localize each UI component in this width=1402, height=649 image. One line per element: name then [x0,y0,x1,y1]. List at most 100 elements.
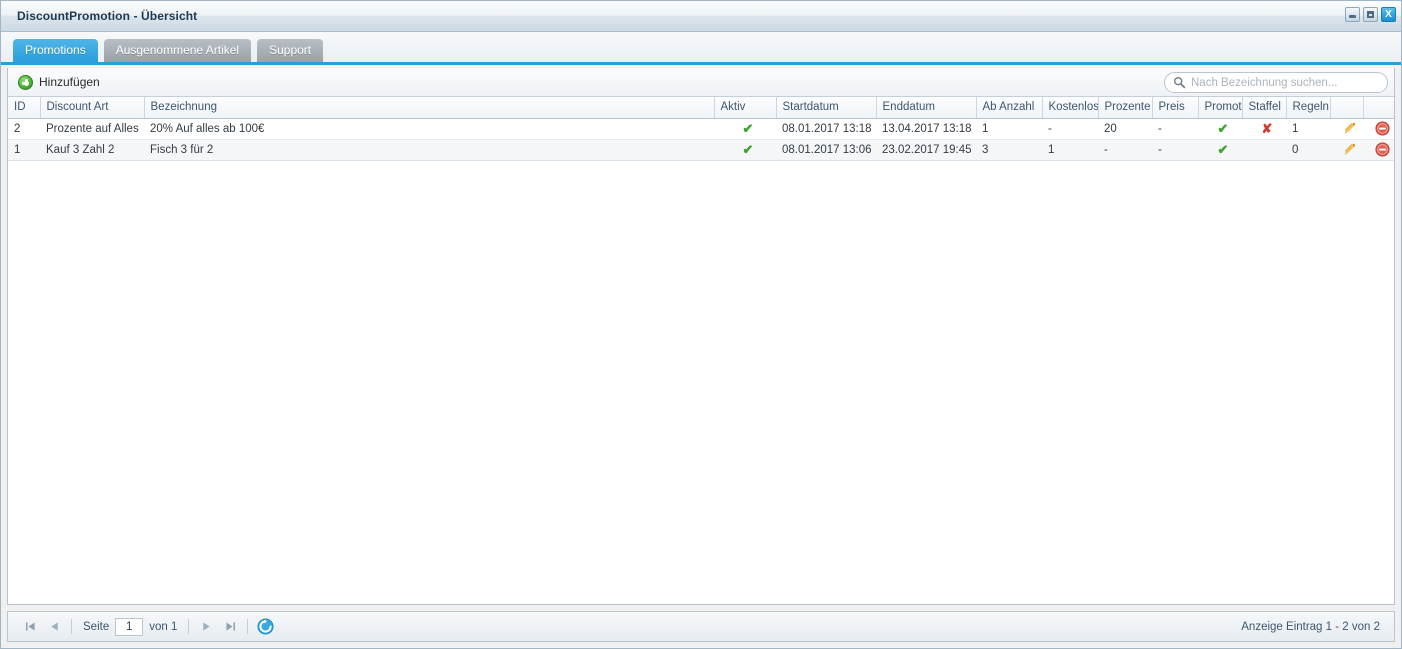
minimize-button[interactable] [1345,7,1360,22]
grid-toolbar: Hinzufügen [8,68,1394,97]
cell-enddatum: 13.04.2017 13:18 [876,118,976,140]
cell-preis: - [1152,118,1198,140]
previous-page-icon [50,622,58,631]
first-page-icon [25,622,35,631]
cell-staffel [1242,139,1286,161]
table-body: 2 Prozente auf Alles 20% Auf alles ab 10… [8,118,1394,161]
col-header-promotion[interactable]: Promoti [1198,97,1243,119]
next-page-icon [203,622,210,631]
search-icon [1174,77,1186,89]
cell-ab-anzahl: 3 [976,139,1042,161]
page-input[interactable] [115,617,144,636]
cell-delete[interactable] [1363,118,1394,140]
close-icon: X [1385,8,1392,20]
pager-separator [71,619,72,634]
cell-delete[interactable] [1363,139,1394,161]
promotions-table: ID Discount Art Bezeichnung Aktiv Startd… [8,97,1394,161]
application-window: DiscountPromotion - Übersicht X Promotio… [0,0,1402,649]
page-label: Seite [83,620,110,633]
col-header-edit [1330,97,1364,119]
col-header-enddatum[interactable]: Enddatum [876,97,977,119]
cell-edit[interactable] [1330,118,1363,140]
col-header-preis[interactable]: Preis [1152,97,1199,119]
cell-enddatum: 23.02.2017 19:45 [876,139,976,161]
last-page-icon [226,622,235,631]
cell-discount-art: Prozente auf Alles [40,118,144,140]
pager-separator [247,619,249,634]
minimize-icon [1349,15,1356,18]
cell-bezeichnung: 20% Auf alles ab 100€ [144,118,714,140]
cell-discount-art: Kauf 3 Zahl 2 [40,139,144,161]
cell-ab-anzahl: 1 [976,118,1042,140]
promotions-grid: ID Discount Art Bezeichnung Aktiv Startd… [8,97,1394,604]
tab-ausgenommene-artikel[interactable]: Ausgenommene Artikel [103,39,252,62]
cell-kostenlos: 1 [1042,139,1098,161]
next-page-button[interactable] [197,618,215,636]
last-page-button[interactable] [221,618,239,636]
cell-aktiv: ✔ [714,139,776,161]
check-icon: ✔ [1217,141,1229,157]
col-header-staffel[interactable]: Staffel [1242,97,1287,119]
remove-icon[interactable] [1375,142,1390,157]
search-input[interactable] [1191,76,1381,89]
close-button[interactable]: X [1381,7,1396,22]
col-header-delete [1363,97,1394,119]
col-header-ab-anzahl[interactable]: Ab Anzahl [976,97,1043,119]
cell-aktiv: ✔ [714,118,776,140]
window-title: DiscountPromotion - Übersicht [17,9,198,23]
refresh-icon [257,618,274,635]
search-box[interactable] [1164,72,1388,93]
col-header-id[interactable]: ID [8,97,41,119]
col-header-kostenlos[interactable]: Kostenlos [1042,97,1099,119]
table-row[interactable]: 2 Prozente auf Alles 20% Auf alles ab 10… [8,118,1394,140]
cell-regeln: 0 [1286,139,1330,161]
cell-edit[interactable] [1330,139,1363,161]
pager-separator [188,619,190,634]
col-header-startdatum[interactable]: Startdatum [776,97,877,119]
cell-kostenlos: - [1042,118,1098,140]
window-controls: X [1345,7,1396,22]
col-header-discount-art[interactable]: Discount Art [40,97,145,119]
pencil-icon[interactable] [1342,121,1357,136]
cell-prozente: - [1098,139,1152,161]
previous-page-button[interactable] [45,618,63,636]
pager-summary: Anzeige Eintrag 1 - 2 von 2 [1241,620,1380,633]
cross-icon: ✘ [1261,120,1273,136]
cell-bezeichnung: Fisch 3 für 2 [144,139,714,161]
plus-icon [18,74,33,90]
pager-bar: Seite von 1 Anzeige Eintrag 1 - 2 von 2 [7,611,1395,642]
page-total-label: von 1 [149,620,178,633]
col-header-bezeichnung[interactable]: Bezeichnung [144,97,715,119]
col-header-regeln[interactable]: Regeln [1286,97,1331,119]
cell-regeln: 1 [1286,118,1330,140]
content-panel: Hinzufügen Nach Bezeichnung suchen... ID… [7,68,1395,605]
pencil-icon[interactable] [1342,142,1357,157]
cell-promotion: ✔ [1198,118,1242,140]
refresh-button[interactable] [256,618,274,636]
cell-prozente: 20 [1098,118,1152,140]
cell-startdatum: 08.01.2017 13:06 [776,139,876,161]
cell-promotion: ✔ [1198,139,1242,161]
table-header-row: ID Discount Art Bezeichnung Aktiv Startd… [8,97,1394,119]
cell-id: 1 [8,139,40,161]
col-header-prozente[interactable]: Prozente [1098,97,1153,119]
cell-staffel: ✘ [1242,118,1286,140]
add-button[interactable]: Hinzufügen [18,74,100,90]
tab-bar: Promotions Ausgenommene Artikel Support [1,32,1401,65]
cell-preis: - [1152,139,1198,161]
check-icon: ✔ [1217,120,1229,136]
tab-support[interactable]: Support [257,39,324,62]
table-row[interactable]: 1 Kauf 3 Zahl 2 Fisch 3 für 2 ✔ 08.01.20… [8,139,1394,161]
title-bar: DiscountPromotion - Übersicht X [1,1,1401,32]
col-header-aktiv[interactable]: Aktiv [714,97,777,119]
maximize-button[interactable] [1363,7,1378,22]
check-icon: ✔ [742,141,754,157]
cell-startdatum: 08.01.2017 13:18 [776,118,876,140]
cell-id: 2 [8,118,40,140]
tab-promotions[interactable]: Promotions [13,39,98,62]
remove-icon[interactable] [1375,121,1390,136]
maximize-icon [1367,11,1374,18]
first-page-button[interactable] [21,618,39,636]
check-icon: ✔ [742,120,754,136]
add-button-label: Hinzufügen [39,75,100,89]
